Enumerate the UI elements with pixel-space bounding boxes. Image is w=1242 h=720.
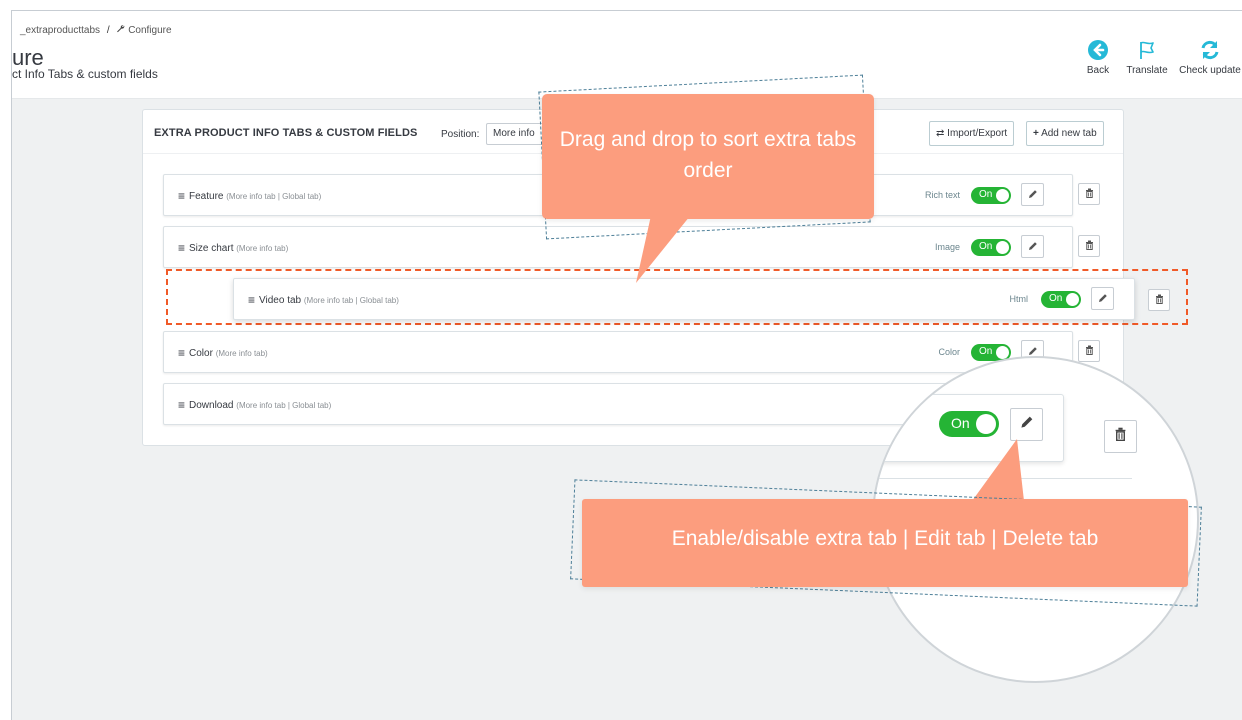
tab-meta: (More info tab)	[215, 349, 268, 358]
translate-label: Translate	[1126, 65, 1168, 76]
drag-handle-icon[interactable]: ≡	[178, 241, 185, 255]
trash-icon	[1085, 342, 1094, 360]
tab-title: Color	[189, 348, 213, 359]
delete-button[interactable]	[1148, 289, 1170, 311]
tab-name: ≡ Feature (More info tab | Global tab)	[178, 189, 321, 203]
import-export-label: Import/Export	[947, 128, 1008, 139]
tab-name: ≡ Size chart (More info tab)	[178, 241, 288, 255]
tab-title: Feature	[189, 191, 224, 202]
tab-title: Video tab	[259, 295, 302, 306]
breadcrumb-separator: /	[106, 25, 110, 36]
refresh-icon	[1178, 35, 1242, 65]
drag-handle-icon[interactable]: ≡	[248, 293, 255, 307]
enable-toggle[interactable]: On	[971, 239, 1011, 256]
drag-callout-text: Drag and drop to sort extra tabs order	[559, 128, 857, 182]
breadcrumb-current: Configure	[128, 25, 172, 36]
add-new-tab-label: Add new tab	[1041, 128, 1097, 139]
enable-toggle[interactable]: On	[1041, 291, 1081, 308]
app-frame: _extraproducttabs / Configure ure ct Inf…	[11, 10, 1242, 720]
breadcrumb: _extraproducttabs / Configure	[20, 24, 172, 36]
drag-handle-icon[interactable]: ≡	[178, 189, 185, 203]
back-button[interactable]: Back	[1080, 35, 1116, 76]
flag-icon	[1116, 35, 1178, 65]
tab-type: Rich text	[924, 190, 960, 200]
tab-type: Image	[934, 242, 960, 252]
edit-button[interactable]	[1091, 287, 1114, 310]
panel-title: EXTRA PRODUCT INFO TABS & CUSTOM FIELDS	[154, 127, 418, 139]
toggle-knob	[996, 241, 1009, 254]
tab-title: Download	[189, 400, 234, 411]
toggle-label: On	[979, 241, 993, 252]
tab-meta: (More info tab | Global tab)	[236, 401, 332, 410]
header-toolbar: Back Translate Check update	[1080, 35, 1242, 76]
tab-meta: (More info tab)	[236, 244, 289, 253]
tab-meta: (More info tab | Global tab)	[303, 296, 399, 305]
pencil-icon	[1028, 186, 1038, 204]
tab-type: Html	[1009, 294, 1029, 304]
toggle-label: On	[1049, 293, 1063, 304]
back-label: Back	[1086, 65, 1110, 76]
actions-callout: Enable/disable extra tab | Edit tab | De…	[582, 499, 1188, 587]
toggle-knob	[1066, 293, 1079, 306]
trash-icon	[1085, 185, 1094, 203]
page-header: _extraproducttabs / Configure ure ct Inf…	[12, 11, 1242, 99]
tab-type: Color	[938, 347, 960, 357]
page-title: ure	[12, 45, 44, 70]
page-subtitle: ct Info Tabs & custom fields	[12, 67, 158, 81]
position-label: Position:	[441, 129, 480, 140]
toggle-label: On	[979, 346, 993, 357]
tab-name: ≡ Video tab (More info tab | Global tab)	[248, 293, 399, 307]
tab-meta: (More info tab | Global tab)	[226, 192, 322, 201]
enable-toggle[interactable]: On	[971, 187, 1011, 204]
plus-icon: +	[1033, 128, 1039, 139]
drag-callout: Drag and drop to sort extra tabs order	[542, 94, 874, 219]
trash-icon	[1155, 291, 1164, 309]
toggle-knob	[996, 346, 1009, 359]
pencil-icon	[1028, 238, 1038, 256]
tab-name: ≡ Color (More info tab)	[178, 346, 268, 360]
edit-button[interactable]	[1021, 235, 1044, 258]
zoomed-toggle-label: On	[951, 415, 970, 431]
drag-handle-icon[interactable]: ≡	[178, 398, 185, 412]
tab-title: Size chart	[189, 243, 234, 254]
tab-name: ≡ Download (More info tab | Global tab)	[178, 398, 331, 412]
actions-callout-text: Enable/disable extra tab | Edit tab | De…	[671, 527, 1099, 550]
import-export-button[interactable]: ⇄ Import/Export	[929, 121, 1015, 146]
zoomed-delete-button[interactable]	[1104, 420, 1137, 453]
delete-button[interactable]	[1078, 235, 1100, 257]
swap-icon: ⇄	[936, 128, 945, 139]
drag-handle-icon[interactable]: ≡	[178, 346, 185, 360]
breadcrumb-module[interactable]: _extraproducttabs	[20, 25, 100, 36]
pencil-icon	[1098, 290, 1108, 308]
back-arrow-icon	[1080, 35, 1116, 65]
check-update-label: Check update	[1179, 65, 1241, 76]
translate-button[interactable]: Translate	[1116, 35, 1178, 76]
check-update-button[interactable]: Check update	[1178, 35, 1242, 76]
trash-icon	[1114, 427, 1127, 446]
list-item[interactable]: ≡ Color (More info tab) Color On	[163, 331, 1073, 373]
callout-pointer	[636, 211, 694, 283]
delete-button[interactable]	[1078, 183, 1100, 205]
add-new-tab-button[interactable]: + Add new tab	[1026, 121, 1104, 146]
edit-button[interactable]	[1021, 183, 1044, 206]
toggle-knob	[996, 189, 1009, 202]
toggle-label: On	[979, 189, 993, 200]
delete-button[interactable]	[1078, 340, 1100, 362]
trash-icon	[1085, 237, 1094, 255]
wrench-icon	[116, 25, 128, 36]
